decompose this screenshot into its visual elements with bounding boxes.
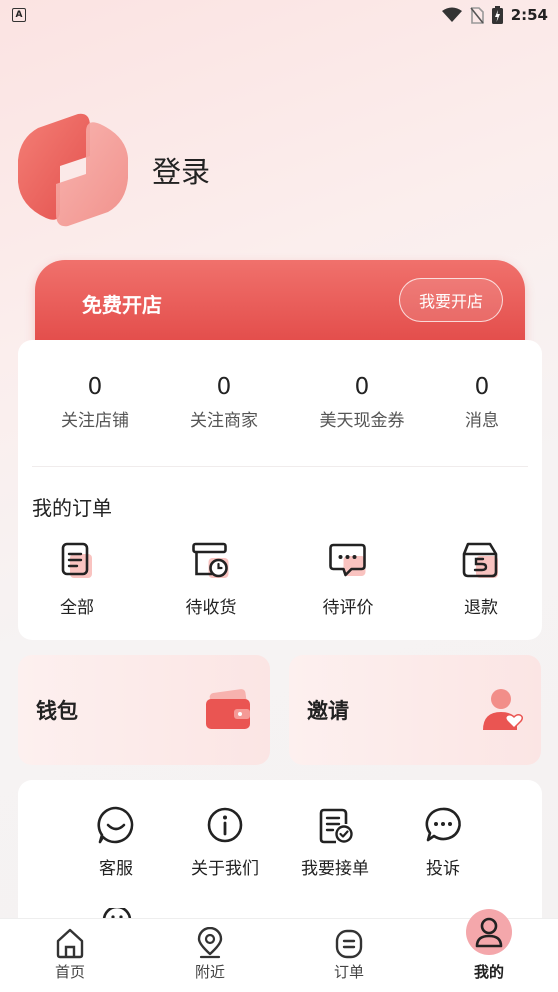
free-shop-banner: 免费开店 我要开店 — [35, 260, 525, 350]
order-pending-review[interactable]: 待评价 — [323, 540, 374, 618]
order-pending-review-label: 待评价 — [322, 598, 374, 618]
no-sim-icon — [470, 6, 484, 24]
location-icon — [197, 927, 223, 959]
document-check-icon — [319, 808, 353, 844]
tool-take-orders[interactable]: 我要接单 — [301, 806, 369, 879]
order-all-label: 全部 — [60, 598, 94, 618]
home-icon — [56, 928, 84, 959]
notification-badge: A — [12, 8, 26, 22]
wallet-icon — [206, 689, 250, 729]
tab-nearby[interactable]: 附近 — [165, 919, 255, 982]
info-icon — [207, 807, 243, 843]
stat-value: 0 — [87, 374, 103, 400]
tab-home[interactable]: 首页 — [25, 919, 115, 982]
tool-complaint-label: 投诉 — [426, 859, 460, 879]
stats-orders-card: 0 关注店铺 0 关注商家 0 美天现金券 0 消息 我的订单 全部 待收货 待… — [18, 340, 542, 640]
order-refund[interactable]: 退款 — [460, 540, 502, 618]
stats-row: 0 关注店铺 0 关注商家 0 美天现金券 0 消息 — [18, 372, 542, 452]
open-shop-button[interactable]: 我要开店 — [399, 278, 503, 322]
bottom-tab-bar: 首页 附近 订单 我的 — [0, 909, 558, 992]
stat-messages[interactable]: 0 消息 — [465, 372, 499, 431]
user-heart-icon — [483, 689, 523, 730]
stat-value: 0 — [354, 374, 370, 400]
divider — [32, 466, 528, 467]
tool-customer-service-label: 客服 — [99, 859, 133, 879]
tool-about-us[interactable]: 关于我们 — [191, 806, 259, 879]
wallet-card[interactable]: 钱包 — [18, 655, 270, 765]
complaint-icon — [425, 807, 461, 842]
customer-service-icon — [97, 806, 134, 844]
clock: 2:54 — [510, 6, 548, 24]
free-shop-title: 免费开店 — [82, 293, 162, 317]
invite-title: 邀请 — [307, 699, 349, 723]
refund-box-icon — [462, 542, 498, 578]
order-pending-receipt[interactable]: 待收货 — [186, 540, 237, 618]
tab-home-label: 首页 — [54, 963, 85, 981]
stat-label: 消息 — [465, 411, 499, 431]
tool-about-us-label: 关于我们 — [191, 859, 259, 879]
wifi-icon — [441, 7, 462, 22]
stat-label: 关注店铺 — [61, 411, 129, 431]
tool-customer-service[interactable]: 客服 — [97, 806, 135, 879]
login-label[interactable]: 登录 — [152, 149, 210, 191]
chat-dots-icon — [328, 543, 366, 577]
tab-nearby-label: 附近 — [194, 963, 225, 981]
stat-label: 关注商家 — [190, 411, 258, 431]
tab-mine[interactable]: 我的 — [444, 909, 534, 982]
profile-header[interactable]: 登录 — [16, 112, 210, 228]
app-logo-icon — [18, 113, 128, 227]
order-all[interactable]: 全部 — [56, 540, 98, 618]
tab-mine-label: 我的 — [473, 963, 504, 981]
order-pending-receipt-label: 待收货 — [185, 598, 237, 618]
box-clock-icon — [191, 542, 228, 578]
tool-take-orders-label: 我要接单 — [301, 859, 369, 879]
my-orders-title: 我的订单 — [32, 496, 112, 520]
invite-card[interactable]: 邀请 — [289, 655, 541, 765]
clipboard-icon — [61, 542, 92, 578]
order-refund-label: 退款 — [464, 598, 498, 618]
stat-followed-shops[interactable]: 0 关注店铺 — [61, 372, 129, 431]
order-icon — [335, 929, 363, 959]
tool-complaint[interactable]: 投诉 — [424, 806, 462, 879]
stat-followed-merchants[interactable]: 0 关注商家 — [190, 372, 258, 431]
user-icon — [475, 917, 503, 948]
stat-value: 0 — [474, 374, 490, 400]
stat-cash-coupons[interactable]: 0 美天现金券 — [320, 372, 405, 431]
tab-orders[interactable]: 订单 — [304, 919, 394, 982]
status-bar: A 2:54 — [0, 0, 558, 30]
battery-charging-icon — [491, 6, 503, 24]
stat-label: 美天现金券 — [319, 411, 405, 431]
wallet-title: 钱包 — [36, 699, 78, 723]
stat-value: 0 — [216, 374, 232, 400]
tab-orders-label: 订单 — [333, 963, 364, 981]
active-tab-bubble — [466, 909, 512, 955]
